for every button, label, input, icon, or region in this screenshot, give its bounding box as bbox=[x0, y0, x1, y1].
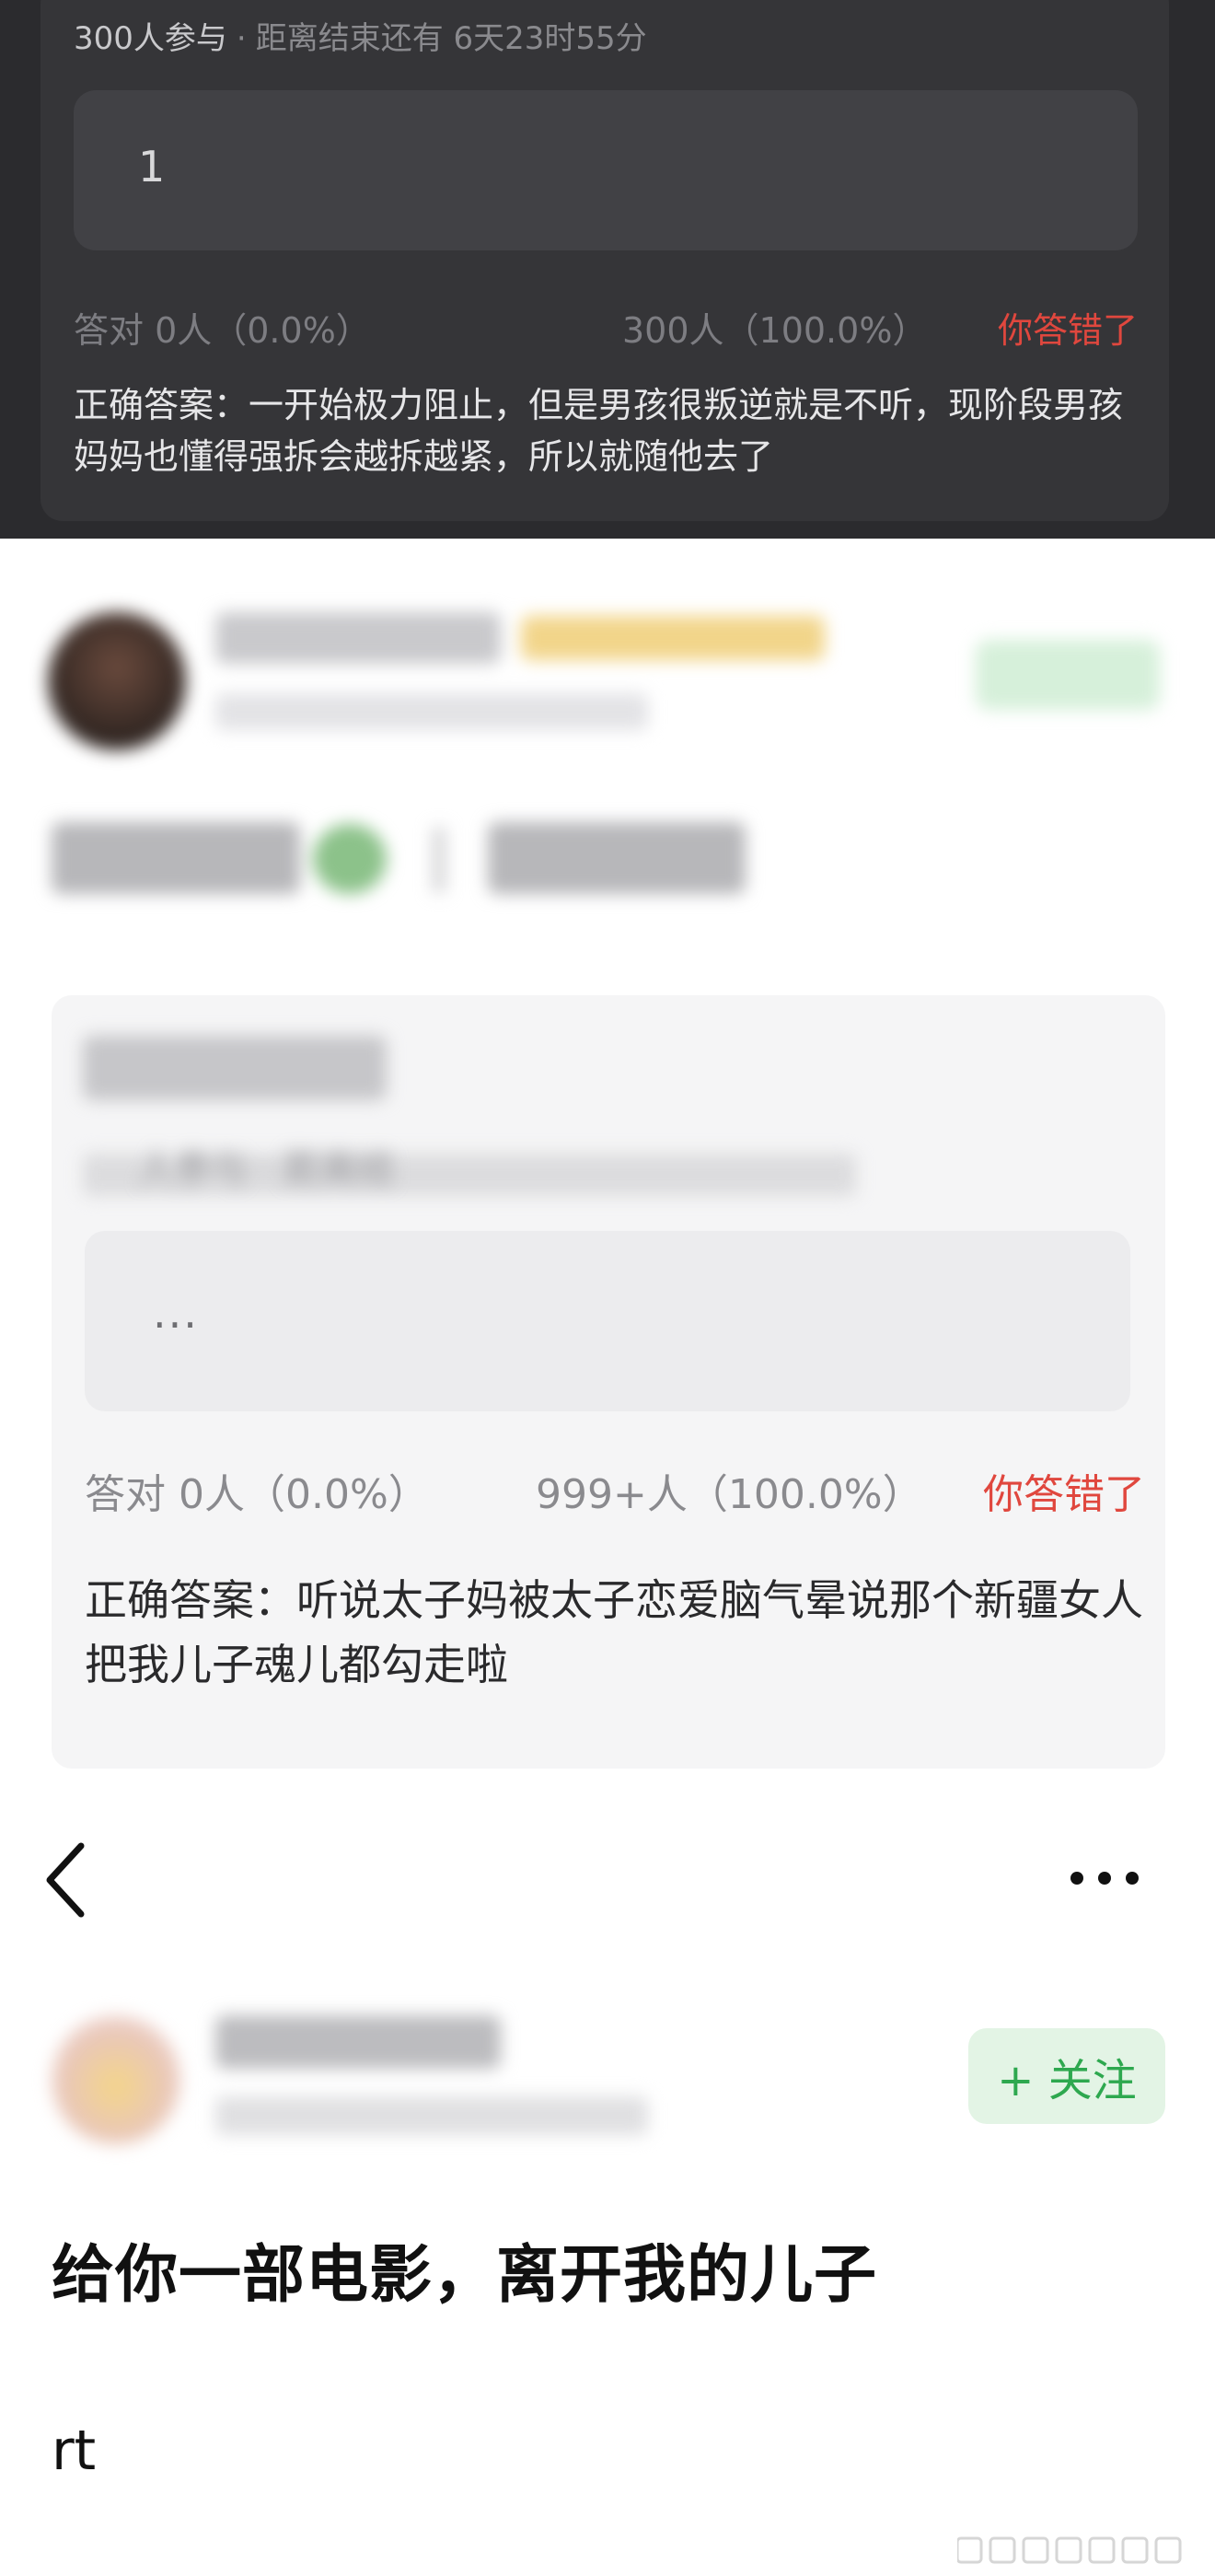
blurred-timestamp bbox=[215, 2096, 648, 2135]
blurred-title-part1 bbox=[52, 822, 300, 894]
follow-button[interactable]: + 关注 bbox=[968, 2028, 1165, 2124]
blurred-username bbox=[215, 612, 501, 664]
post-body: rt bbox=[52, 2419, 97, 2483]
back-chevron-icon[interactable] bbox=[40, 1839, 92, 1921]
blurred-title-part2 bbox=[488, 822, 746, 894]
blurred-badge bbox=[521, 616, 825, 660]
participant-count: 300人参与 bbox=[74, 20, 227, 57]
meta-separator: · bbox=[236, 20, 247, 57]
answer-value: 1 bbox=[138, 142, 166, 191]
answer-input[interactable]: ... bbox=[85, 1231, 1130, 1411]
answer-input[interactable]: 1 bbox=[74, 90, 1138, 250]
quiz-meta-text: 人参与 · 距离结 bbox=[138, 1148, 395, 1190]
quiz-meta: 300人参与 · 距离结束还有 6天23时55分 bbox=[74, 13, 647, 58]
wrong-stat: 999+人（100.0%） bbox=[536, 1471, 923, 1518]
blurred-title-separator bbox=[433, 828, 446, 892]
result-stats: 答对 0人（0.0%） 999+人（100.0%） 你答错了 bbox=[85, 1461, 1171, 1518]
watermark-logo-icon bbox=[957, 2536, 1182, 2564]
you-wrong-label: 你答错了 bbox=[983, 1471, 1145, 1518]
result-stats: 答对 0人（0.0%） 300人（100.0%） 你答错了 bbox=[74, 302, 1138, 351]
blurred-timestamp bbox=[215, 693, 648, 730]
countdown-text: 距离结束还有 6天23时55分 bbox=[255, 20, 647, 57]
avatar[interactable] bbox=[48, 612, 186, 750]
avatar[interactable] bbox=[52, 2015, 180, 2144]
blurred-quiz-post: 人参与 · 距离结 ... 答对 0人（0.0%） 999+人（100.0%） … bbox=[0, 539, 1215, 1791]
dark-quiz-screenshot: 300人参与 · 距离结束还有 6天23时55分 1 答对 0人（0.0%） 300… bbox=[0, 0, 1215, 539]
blurred-quiz-title bbox=[83, 1036, 387, 1100]
blurred-username bbox=[215, 2015, 501, 2069]
wrong-stat: 300人（100.0%） bbox=[622, 310, 928, 351]
you-wrong-label: 你答错了 bbox=[997, 310, 1138, 351]
correct-answer-explanation: 正确答案：一开始极力阻止，但是男孩很叛逆就是不听，现阶段男孩妈妈也懂得强拆会越拆… bbox=[74, 385, 1124, 477]
post-headline: 给你一部电影，离开我的儿子 bbox=[52, 2239, 878, 2312]
correct-stat: 答对 0人（0.0%） bbox=[85, 1471, 429, 1518]
answer-value: ... bbox=[153, 1288, 199, 1338]
more-dots-icon[interactable] bbox=[1068, 1864, 1141, 1892]
blurred-follow-button[interactable] bbox=[976, 640, 1160, 710]
correct-answer-explanation: 正确答案：听说太子妈被太子恋爱脑气晕说那个新疆女人把我儿子魂儿都勾走啦 bbox=[85, 1575, 1143, 1689]
post-detail: + 关注 给你一部电影，离开我的儿子 rt bbox=[0, 1791, 1215, 2576]
correct-stat: 答对 0人（0.0%） bbox=[74, 310, 371, 351]
blurred-emoji bbox=[313, 824, 387, 894]
